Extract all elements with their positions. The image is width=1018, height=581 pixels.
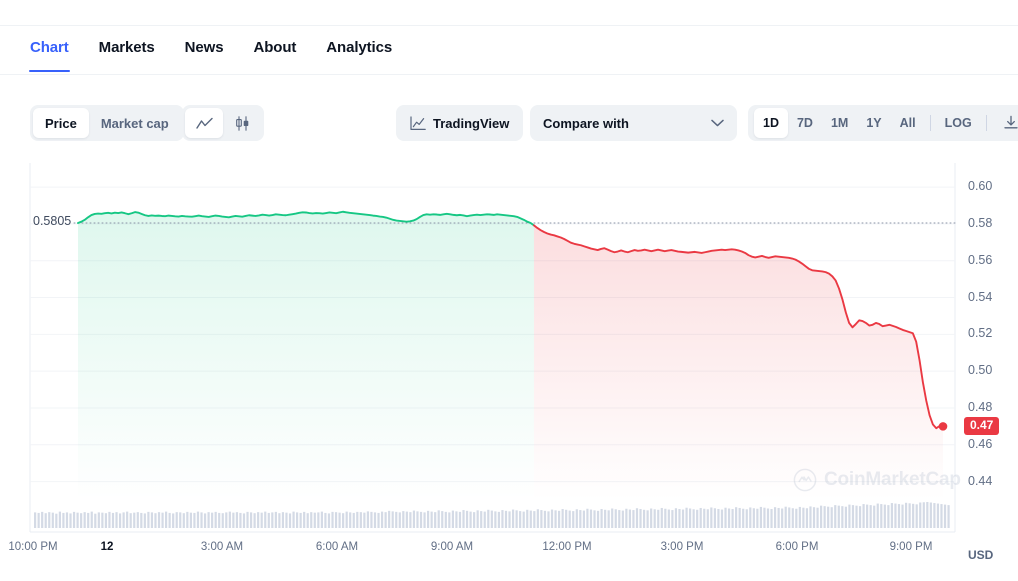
y-axis-tick-label: 0.58	[968, 215, 993, 230]
x-axis-tick-label: 9:00 PM	[889, 541, 933, 553]
download-icon	[1004, 115, 1018, 129]
x-axis-tick-label: 6:00 PM	[775, 541, 819, 553]
tradingview-label: TradingView	[433, 115, 510, 131]
y-axis-tick-label: 0.56	[968, 252, 993, 267]
tab-chart-label: Chart	[30, 39, 69, 56]
metric-market-cap-button[interactable]: Market cap	[89, 108, 181, 138]
range-7d-button[interactable]: 7D	[788, 108, 822, 138]
x-axis-tick-label: 3:00 PM	[660, 541, 704, 553]
compare-with-label: Compare with	[543, 115, 629, 131]
y-axis-tick-label: 0.52	[968, 326, 993, 341]
tab-news-label: News	[184, 39, 224, 56]
line-chart-button[interactable]	[185, 108, 223, 138]
metric-toggle-group: Price Market cap	[30, 105, 184, 141]
tab-markets-label: Markets	[98, 39, 155, 56]
current-price-badge: 0.47	[964, 417, 1000, 436]
tab-analytics-label: Analytics	[326, 39, 393, 56]
tab-analytics[interactable]: Analytics	[326, 26, 392, 71]
range-divider-2	[985, 115, 987, 131]
section-tabs: Chart Markets News About Analytics	[0, 26, 1018, 75]
x-axis-tick-label: 9:00 AM	[430, 541, 474, 553]
x-axis-tick-label: 6:00 AM	[315, 541, 359, 553]
coin-chart-page: Chart Markets News About Analytics Price…	[0, 0, 1018, 581]
y-axis-tick-label: 0.48	[968, 399, 993, 414]
x-axis-tick-label: 12	[100, 541, 114, 553]
x-axis-tick-label: 12:00 PM	[542, 541, 592, 553]
range-1y-button[interactable]: 1Y	[857, 108, 890, 138]
candlestick-icon	[235, 115, 248, 131]
chart-toolbar: Price Market cap TradingView Compare wit…	[0, 105, 1018, 145]
tradingview-button[interactable]: TradingView	[396, 105, 524, 141]
compare-with-select[interactable]: Compare with	[530, 105, 737, 141]
tab-about[interactable]: About	[253, 26, 296, 71]
time-range-group: 1D 7D 1M 1Y All LOG	[748, 105, 1018, 141]
y-axis-tick-label: 0.60	[968, 179, 993, 194]
reference-price-label: 0.5805	[33, 213, 72, 228]
line-chart-icon	[195, 117, 213, 129]
metric-price-button[interactable]: Price	[33, 108, 89, 138]
download-chart-button[interactable]	[992, 108, 1018, 138]
tab-about-label: About	[253, 39, 297, 56]
y-axis-tick-label: 0.44	[968, 473, 993, 488]
range-divider-1	[929, 115, 931, 131]
tradingview-icon	[410, 115, 426, 130]
price-chart-svg[interactable]	[0, 160, 1018, 581]
y-axis-tick-label: 0.54	[968, 289, 993, 304]
candlestick-chart-button[interactable]	[223, 108, 261, 138]
y-axis-tick-label: 0.46	[968, 436, 993, 451]
tab-news[interactable]: News	[185, 26, 224, 71]
x-axis-tick-label: 3:00 AM	[200, 541, 244, 553]
tab-markets[interactable]: Markets	[99, 26, 155, 71]
chevron-down-icon	[711, 119, 724, 127]
range-log-button[interactable]: LOG	[936, 108, 981, 138]
x-axis-tick-label: 10:00 PM	[8, 541, 58, 553]
range-1m-button[interactable]: 1M	[822, 108, 857, 138]
price-chart-area[interactable]: 0.5805 0.47 USD CoinMarketCap 0.60 0.58 0.…	[0, 160, 1018, 581]
chart-type-toggle-group	[182, 105, 264, 141]
tab-chart[interactable]: Chart	[29, 26, 70, 72]
range-all-button[interactable]: All	[891, 108, 925, 138]
y-axis-tick-label: 0.50	[968, 363, 993, 378]
range-1d-button[interactable]: 1D	[754, 108, 788, 138]
currency-label: USD	[968, 548, 994, 562]
